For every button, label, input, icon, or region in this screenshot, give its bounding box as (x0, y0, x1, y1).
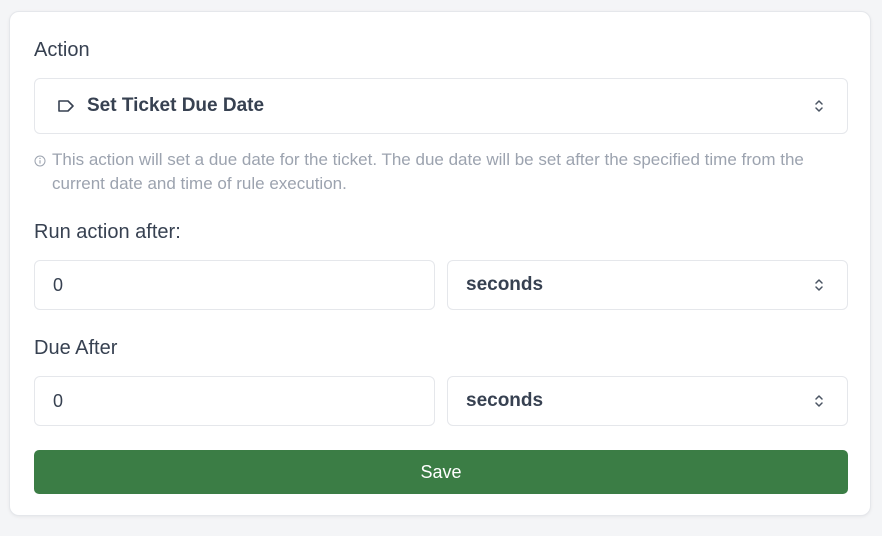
save-button[interactable]: Save (34, 450, 848, 494)
info-icon (34, 155, 46, 167)
chevron-up-down-icon (815, 279, 823, 291)
run-after-label: Run action after: (34, 221, 181, 243)
run-after-unit-select[interactable]: seconds (447, 260, 848, 310)
run-after-input[interactable] (34, 260, 435, 310)
action-hint: This action will set a due date for the … (34, 148, 834, 196)
due-after-unit-value: seconds (466, 390, 544, 411)
action-config-card: Action Set Ticket Due Date This action w… (9, 11, 871, 516)
action-label: Action (34, 39, 90, 61)
action-select-value: Set Ticket Due Date (87, 95, 265, 116)
due-after-input[interactable] (34, 376, 435, 426)
chevron-up-down-icon (815, 100, 823, 112)
action-hint-text: This action will set a due date for the … (52, 150, 804, 193)
tag-icon (58, 100, 74, 112)
due-after-label: Due After (34, 337, 118, 359)
action-select[interactable]: Set Ticket Due Date (34, 78, 848, 134)
run-after-unit-value: seconds (466, 274, 544, 295)
due-after-unit-select[interactable]: seconds (447, 376, 848, 426)
chevron-up-down-icon (815, 395, 823, 407)
